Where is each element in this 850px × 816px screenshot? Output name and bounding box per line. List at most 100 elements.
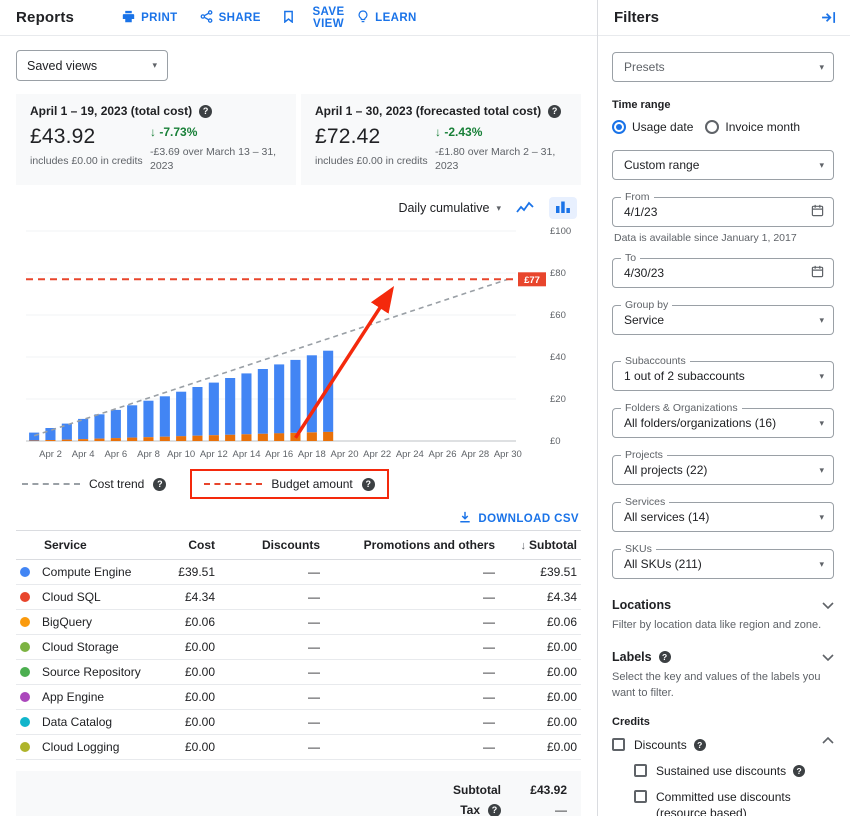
- calendar-icon[interactable]: [811, 265, 824, 281]
- time-range-radios: Usage date Invoice month: [612, 120, 834, 134]
- locations-toggle[interactable]: Locations: [612, 596, 834, 618]
- service-color-dot: [20, 667, 30, 677]
- checkbox-unchecked[interactable]: [634, 764, 647, 777]
- svg-text:£100: £100: [550, 226, 571, 237]
- table-row[interactable]: BigQuery£0.06——£0.06: [16, 610, 581, 635]
- cost-chart-svg: £0£20£40£60£80£100£77Apr 2Apr 4Apr 6Apr …: [18, 221, 580, 467]
- line-chart-icon: [516, 200, 534, 217]
- labels-toggle[interactable]: Labels ?: [612, 648, 834, 670]
- cost-trend-legend: Cost trend ?: [22, 477, 166, 491]
- to-date-field[interactable]: To 4/30/23: [612, 258, 834, 288]
- projects-select[interactable]: Projects All projects (22) ▾: [612, 455, 834, 485]
- card-title: April 1 – 19, 2023 (total cost): [30, 104, 192, 118]
- save-view-button[interactable]: SAVE VIEW: [283, 6, 357, 30]
- cost-trend-line-sample: [22, 483, 80, 485]
- service-color-dot: [20, 617, 30, 627]
- chevron-down-icon: ▾: [819, 161, 824, 170]
- calendar-icon[interactable]: [811, 204, 824, 220]
- col-service[interactable]: Service: [16, 531, 147, 560]
- budget-legend-highlight-box: Budget amount ?: [190, 469, 388, 499]
- invoice-month-radio[interactable]: Invoice month: [705, 120, 800, 134]
- chart-mode-select[interactable]: Daily cumulative ▾: [398, 201, 501, 215]
- presets-select[interactable]: Presets ▾: [612, 52, 834, 82]
- reports-panel: Reports PRINT SHARE SAVE VIEW LEARN Save…: [0, 0, 598, 816]
- billing-reports-page: Reports PRINT SHARE SAVE VIEW LEARN Save…: [0, 0, 850, 816]
- help-icon[interactable]: ?: [793, 765, 805, 777]
- svg-text:Apr 6: Apr 6: [104, 449, 127, 460]
- cost-delta: ↓ -7.73%: [150, 125, 278, 139]
- download-icon: [459, 511, 471, 526]
- discount-option[interactable]: Sustained use discounts?: [634, 763, 834, 779]
- discounts-checkbox-row[interactable]: Discounts ?: [612, 737, 834, 753]
- subaccounts-select[interactable]: Subaccounts 1 out of 2 subaccounts ▾: [612, 361, 834, 391]
- credits-label: Credits: [612, 716, 834, 728]
- table-row[interactable]: Data Catalog£0.00——£0.00: [16, 710, 581, 735]
- service-color-dot: [20, 567, 30, 577]
- col-cost[interactable]: Cost: [147, 531, 219, 560]
- table-row[interactable]: App Engine£0.00——£0.00: [16, 685, 581, 710]
- group-by-select[interactable]: Group by Service ▾: [612, 305, 834, 335]
- download-csv-button[interactable]: DOWNLOAD CSV: [16, 511, 579, 526]
- card-title: April 1 – 30, 2023 (forecasted total cos…: [315, 104, 541, 118]
- chart-legend: Cost trend ? Budget amount ?: [22, 469, 581, 499]
- saved-views-select[interactable]: Saved views ▾: [16, 50, 168, 81]
- col-discounts[interactable]: Discounts: [219, 531, 324, 560]
- total-cost-card: April 1 – 19, 2023 (total cost) ? £43.92…: [16, 94, 296, 185]
- usage-date-radio[interactable]: Usage date: [612, 120, 693, 134]
- chart-controls: Daily cumulative ▾: [16, 197, 577, 219]
- svg-text:£80: £80: [550, 268, 566, 279]
- service-color-dot: [20, 642, 30, 652]
- table-row[interactable]: Cloud Logging£0.00——£0.00: [16, 735, 581, 760]
- subtotal-row: Subtotal £43.92: [30, 780, 567, 800]
- print-icon: [122, 10, 135, 26]
- line-chart-toggle[interactable]: [511, 197, 539, 219]
- chevron-down-icon: ▾: [819, 560, 824, 569]
- chevron-up-icon[interactable]: [822, 737, 834, 744]
- col-promotions[interactable]: Promotions and others: [324, 531, 499, 560]
- chevron-down-icon: [822, 650, 834, 664]
- svg-text:Apr 20: Apr 20: [331, 449, 359, 460]
- cost-chart[interactable]: £0£20£40£60£80£100£77Apr 2Apr 4Apr 6Apr …: [18, 221, 581, 467]
- radio-unselected-icon: [705, 120, 719, 134]
- help-icon[interactable]: ?: [694, 739, 706, 751]
- service-cost-table: Service Cost Discounts Promotions and ot…: [16, 530, 581, 760]
- learn-button[interactable]: LEARN: [357, 10, 581, 26]
- svg-text:Apr 4: Apr 4: [72, 449, 95, 460]
- folders-select[interactable]: Folders & Organizations All folders/orga…: [612, 408, 834, 438]
- compare-note: -£3.69 over March 13 – 31, 2023: [150, 145, 278, 173]
- help-icon[interactable]: ?: [362, 478, 375, 491]
- page-title: Reports: [16, 9, 74, 26]
- share-button[interactable]: SHARE: [200, 10, 261, 26]
- svg-text:Apr 10: Apr 10: [167, 449, 195, 460]
- chevron-down-icon: ▾: [819, 316, 824, 325]
- collapse-panel-icon[interactable]: [821, 10, 836, 25]
- table-row[interactable]: Cloud SQL£4.34——£4.34: [16, 585, 581, 610]
- sort-descending-icon: ↓: [521, 540, 527, 552]
- svg-text:Apr 18: Apr 18: [298, 449, 326, 460]
- bar-chart-icon: [555, 200, 571, 216]
- checkbox-unchecked[interactable]: [634, 790, 647, 803]
- table-row[interactable]: Cloud Storage£0.00——£0.00: [16, 635, 581, 660]
- skus-select[interactable]: SKUs All SKUs (211) ▾: [612, 549, 834, 579]
- help-icon[interactable]: ?: [199, 105, 212, 118]
- services-select[interactable]: Services All services (14) ▾: [612, 502, 834, 532]
- svg-text:Apr 8: Apr 8: [137, 449, 160, 460]
- chevron-down-icon: ▾: [496, 204, 501, 213]
- bar-chart-toggle[interactable]: [549, 197, 577, 219]
- range-type-select[interactable]: Custom range ▾: [612, 150, 834, 180]
- help-icon[interactable]: ?: [548, 105, 561, 118]
- col-subtotal[interactable]: ↓Subtotal: [499, 531, 581, 560]
- discount-option[interactable]: Committed use discounts (resource based): [634, 789, 834, 816]
- print-button[interactable]: PRINT: [122, 10, 178, 26]
- svg-text:Apr 2: Apr 2: [39, 449, 62, 460]
- help-icon[interactable]: ?: [659, 651, 671, 663]
- help-icon[interactable]: ?: [488, 804, 501, 816]
- from-date-field[interactable]: From 4/1/23: [612, 197, 834, 227]
- svg-text:Apr 14: Apr 14: [233, 449, 261, 460]
- table-row[interactable]: Compute Engine£39.51——£39.51: [16, 560, 581, 585]
- chevron-down-icon: ▾: [819, 63, 824, 72]
- radio-selected-icon: [612, 120, 626, 134]
- help-icon[interactable]: ?: [153, 478, 166, 491]
- checkbox-unchecked[interactable]: [612, 738, 625, 751]
- table-row[interactable]: Source Repository£0.00——£0.00: [16, 660, 581, 685]
